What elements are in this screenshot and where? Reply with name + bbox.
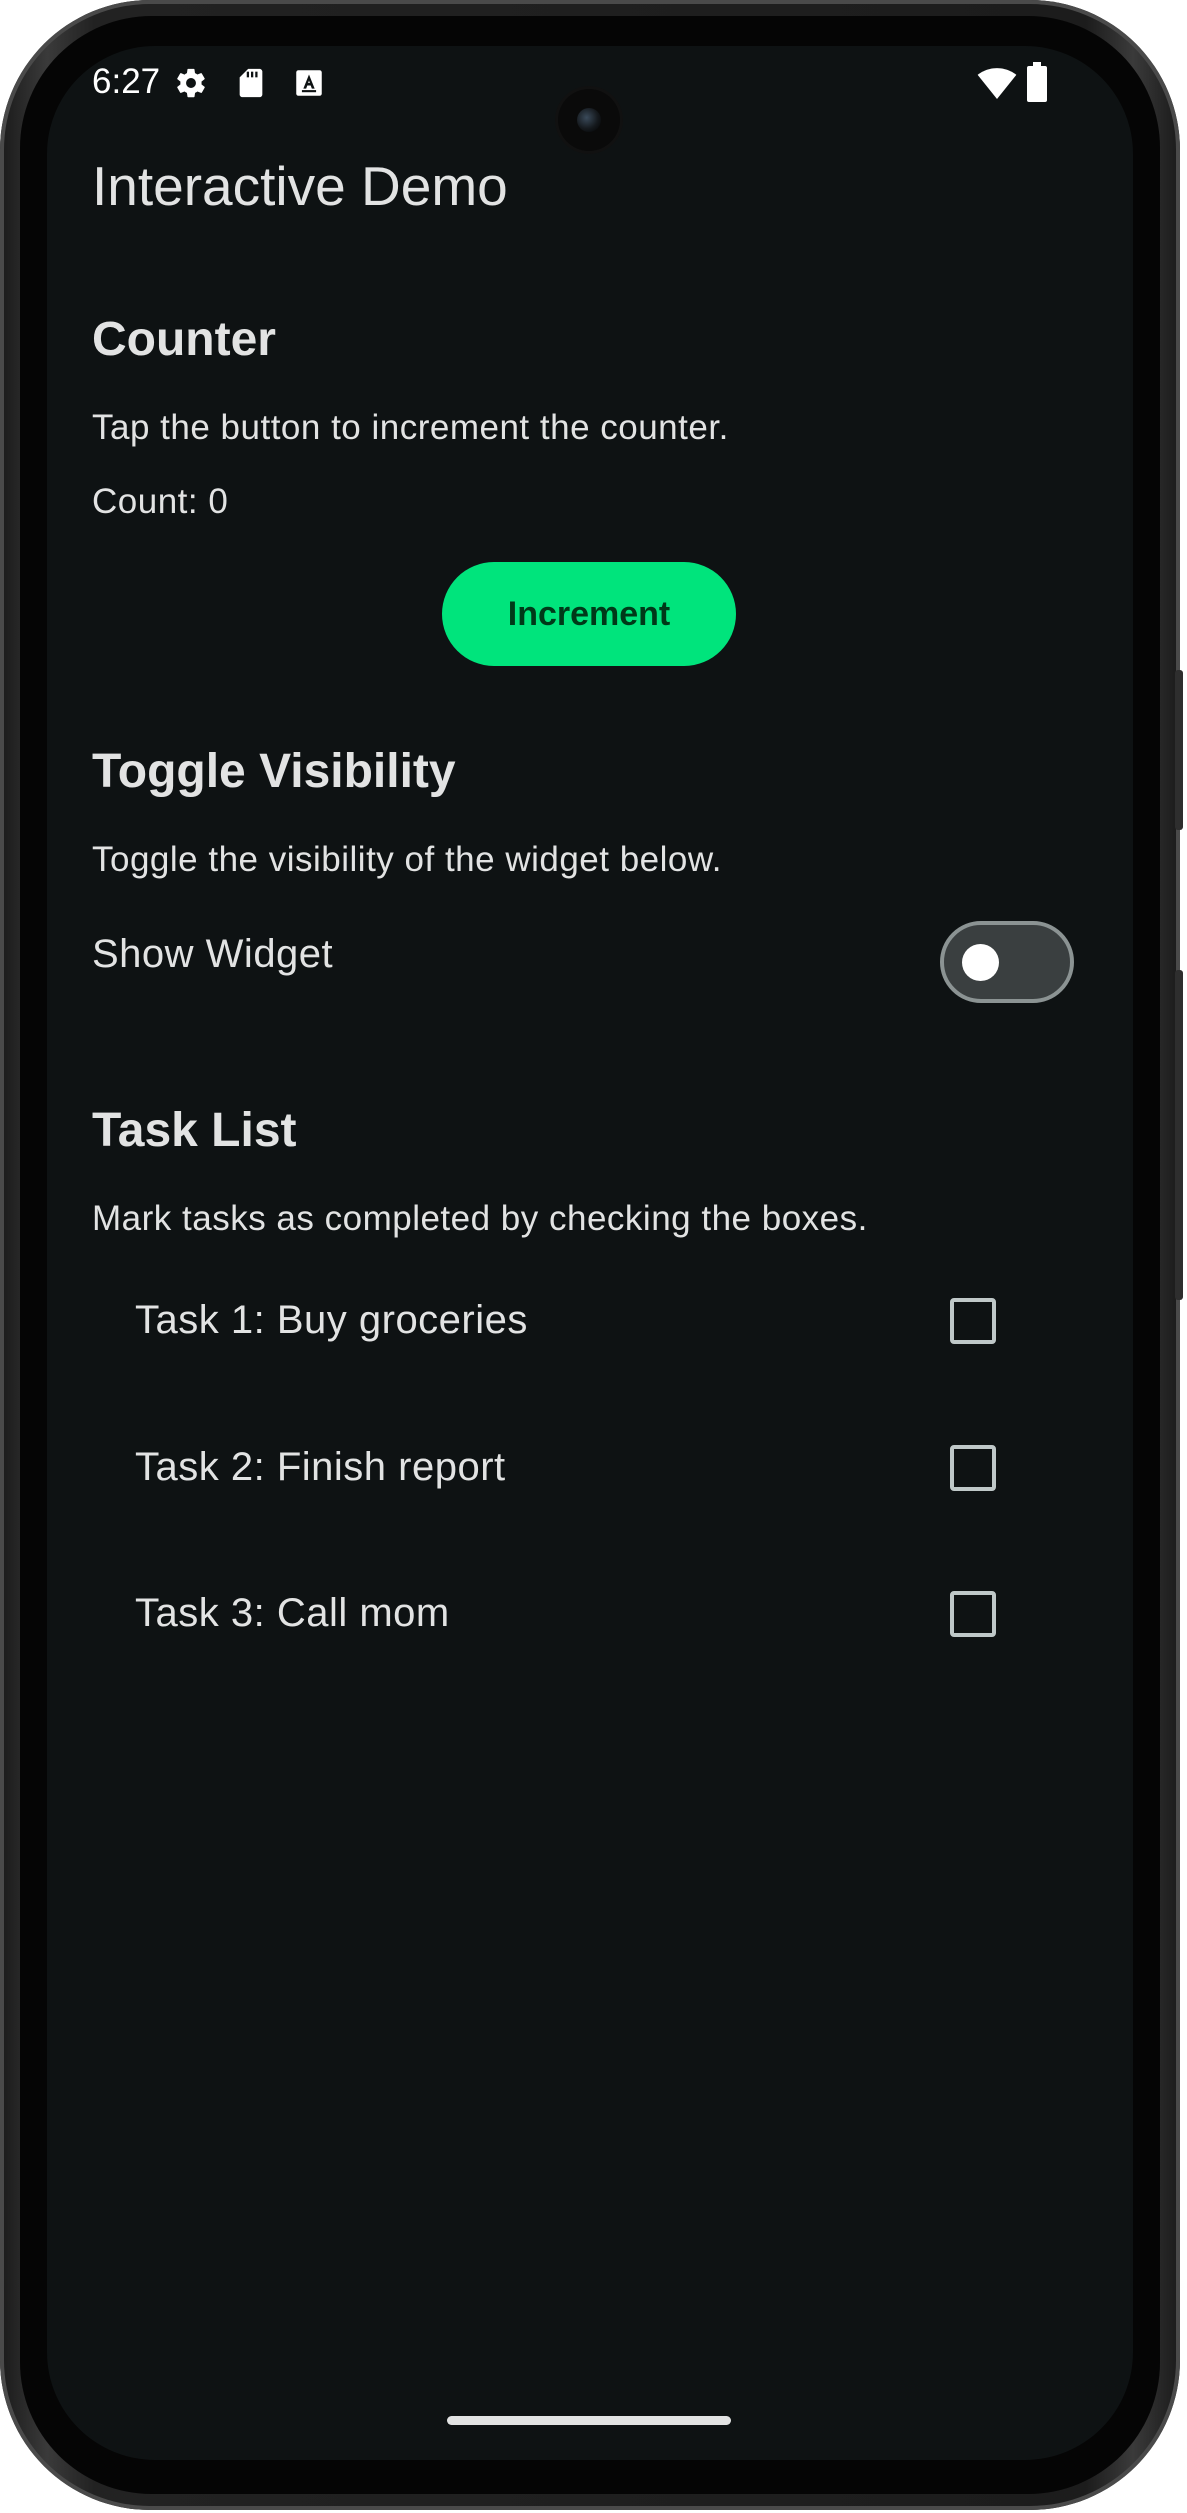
volume-rocker: [1175, 970, 1183, 1300]
count-display: Count: 0: [92, 482, 229, 521]
task-checkbox-3[interactable]: [950, 1591, 996, 1637]
tasks-section-title: Task List: [92, 1104, 297, 1157]
status-time: 6:27: [92, 62, 161, 101]
battery-icon: [1025, 62, 1049, 102]
toggle-section-title: Toggle Visibility: [92, 745, 456, 798]
power-button: [1175, 670, 1183, 830]
toggle-description: Toggle the visibility of the widget belo…: [92, 840, 722, 879]
increment-button[interactable]: Increment: [442, 562, 736, 666]
counter-description: Tap the button to increment the counter.: [92, 408, 729, 447]
home-indicator[interactable]: [447, 2416, 731, 2425]
switch-thumb: [962, 944, 999, 981]
task-label: Task 3: Call mom: [135, 1591, 450, 1635]
wifi-icon: [977, 64, 1017, 104]
task-checkbox-2[interactable]: [950, 1445, 996, 1491]
sd-card-icon: [234, 66, 268, 100]
gear-icon: [174, 66, 208, 100]
show-widget-label: Show Widget: [92, 932, 334, 976]
task-label: Task 2: Finish report: [135, 1445, 506, 1489]
task-label: Task 1: Buy groceries: [135, 1298, 528, 1342]
tasks-description: Mark tasks as completed by checking the …: [92, 1199, 868, 1238]
task-row-2[interactable]: Task 2: Finish report: [47, 1419, 1133, 1519]
status-bar: 6:27: [47, 46, 1133, 126]
task-row-3[interactable]: Task 3: Call mom: [47, 1565, 1133, 1665]
task-checkbox-1[interactable]: [950, 1298, 996, 1344]
screen: 6:27 Interactive Demo Counter Tap the bu…: [47, 46, 1133, 2460]
device-frame: 6:27 Interactive Demo Counter Tap the bu…: [0, 0, 1183, 2510]
keyboard-a-icon: [292, 66, 326, 100]
task-row-1[interactable]: Task 1: Buy groceries: [47, 1272, 1133, 1372]
counter-section-title: Counter: [92, 313, 276, 366]
app-title: Interactive Demo: [92, 155, 508, 217]
show-widget-switch[interactable]: [940, 921, 1074, 1003]
